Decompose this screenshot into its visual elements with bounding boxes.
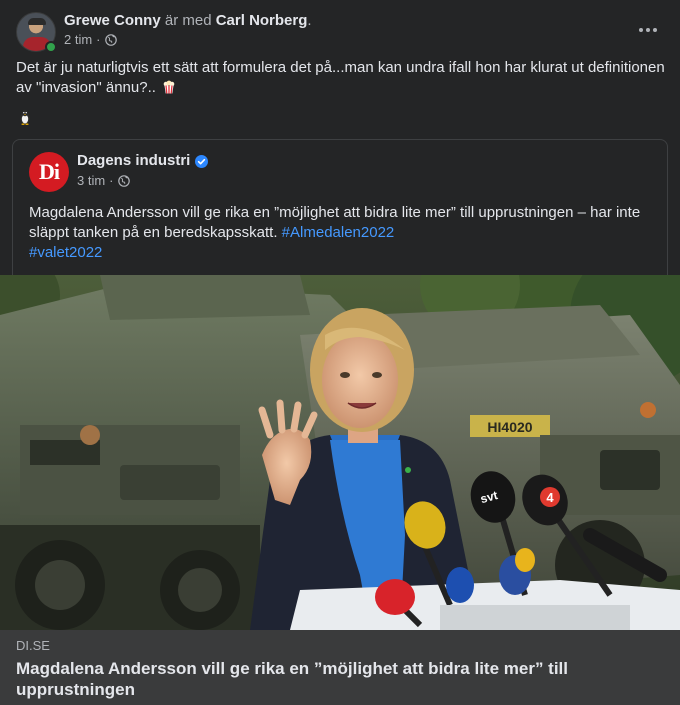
- globe-icon: [104, 34, 117, 46]
- post-header: Grewe Conny är med Carl Norberg. 2 tim ·: [16, 12, 666, 53]
- article-photo[interactable]: HI4020 svt 4: [0, 275, 680, 630]
- tv4-mic-label: 4: [546, 490, 554, 505]
- hashtag-link[interactable]: #Almedalen2022: [282, 224, 395, 241]
- press-conference-image: HI4020 svt 4: [0, 275, 680, 630]
- shared-text: Magdalena Andersson vill ge rika en ”möj…: [29, 204, 641, 261]
- link-preview-footer[interactable]: DI.SE Magdalena Andersson vill ge rika e…: [0, 630, 680, 705]
- popcorn-icon: [163, 80, 175, 94]
- online-status-dot: [45, 41, 57, 53]
- author-line: Grewe Conny är med Carl Norberg.: [64, 12, 312, 29]
- with-text: är med: [164, 12, 212, 29]
- dagens-industri-logo[interactable]: Di: [29, 152, 69, 192]
- verified-icon: [195, 154, 209, 168]
- penguin-icon: [20, 109, 30, 125]
- shared-meta: 3 tim ·: [77, 173, 130, 189]
- shared-page-name-row: Dagens industri: [77, 152, 209, 170]
- globe-icon: [117, 175, 130, 187]
- link-domain: DI.SE: [16, 638, 50, 653]
- facebook-post: Grewe Conny är med Carl Norberg. 2 tim ·…: [0, 0, 680, 705]
- post-meta: 2 tim ·: [64, 32, 117, 48]
- more-options-button[interactable]: [630, 16, 666, 44]
- shared-post[interactable]: Di Dagens industri 3 tim · Magdalena And…: [12, 139, 668, 279]
- post-timestamp[interactable]: 2 tim: [64, 32, 92, 48]
- shared-timestamp[interactable]: 3 tim: [77, 173, 105, 189]
- author-name[interactable]: Grewe Conny: [64, 12, 161, 29]
- more-icon: [639, 28, 657, 32]
- shared-page-name[interactable]: Dagens industri: [77, 152, 190, 170]
- vehicle-plate: HI4020: [487, 419, 532, 435]
- tagged-name[interactable]: Carl Norberg: [216, 12, 308, 29]
- hashtag-link[interactable]: #valet2022: [29, 244, 102, 261]
- link-title[interactable]: Magdalena Andersson vill ge rika en ”möj…: [16, 658, 656, 700]
- post-text: Det är ju naturligtvis ett sätt att form…: [16, 59, 665, 96]
